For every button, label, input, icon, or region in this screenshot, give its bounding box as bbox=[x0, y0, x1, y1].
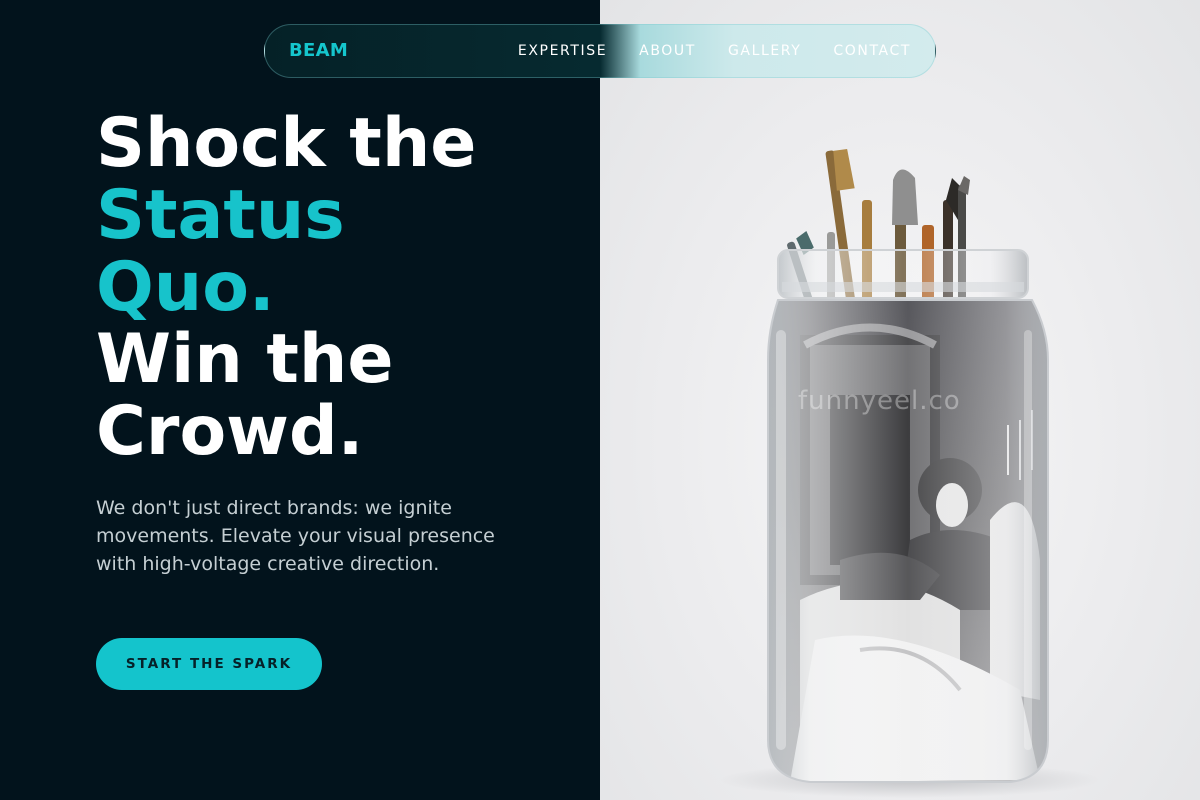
headline-line-1: Shock the bbox=[96, 104, 477, 183]
headline-line-4: Win the bbox=[96, 320, 394, 399]
nav-link-gallery[interactable]: GALLERY bbox=[728, 43, 801, 59]
nav-link-about[interactable]: ABOUT bbox=[639, 43, 696, 59]
hero-subtitle: We don't just direct brands: we ignite m… bbox=[96, 497, 495, 575]
nav-link-contact[interactable]: CONTACT bbox=[833, 43, 911, 59]
top-navigation-bar: BEAM EXPERTISE ABOUT GALLERY CONTACT bbox=[264, 24, 936, 78]
hero-image-panel: funnyeel.co bbox=[600, 0, 1200, 800]
headline-line-2: Status bbox=[96, 176, 345, 255]
nav-link-expertise[interactable]: EXPERTISE bbox=[518, 43, 607, 59]
hero-headline: Shock the Status Quo. Win the Crowd. bbox=[96, 108, 476, 468]
nav-links: EXPERTISE ABOUT GALLERY CONTACT bbox=[518, 25, 911, 77]
headline-line-5: Crowd. bbox=[96, 392, 364, 471]
headline-line-3: Quo. bbox=[96, 248, 275, 327]
image-watermark: funnyeel.co bbox=[798, 386, 961, 416]
brand-logo[interactable]: BEAM bbox=[289, 25, 348, 77]
start-the-spark-button[interactable]: START THE SPARK bbox=[96, 638, 322, 690]
